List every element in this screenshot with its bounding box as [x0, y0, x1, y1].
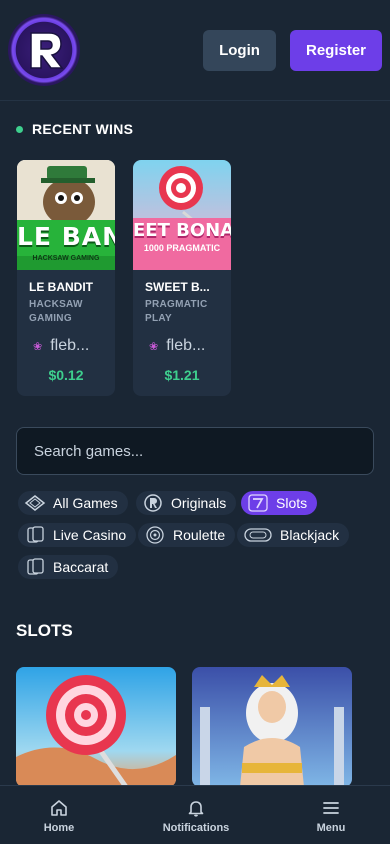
category-label: Roulette — [173, 527, 226, 543]
win-amount: $1.21 — [164, 367, 200, 383]
slot-game-card[interactable] — [16, 667, 176, 787]
category-blackjack[interactable]: Blackjack — [237, 523, 350, 547]
category-label: Live Casino — [53, 527, 127, 543]
nav-notifications-label: Notifications — [162, 821, 230, 834]
category-label: Blackjack — [280, 527, 340, 543]
table-icon — [244, 528, 272, 542]
win-provider: PRAGMATIC PLAY — [145, 299, 208, 324]
win-game-name: LE BANDIT — [29, 280, 93, 294]
user-rank-icon: ❀ — [33, 340, 43, 353]
recent-wins-title: RECENT WINS — [32, 121, 134, 137]
nav-menu[interactable]: Menu — [308, 786, 354, 844]
game-thumbnail — [192, 667, 352, 787]
roulette-icon — [146, 526, 164, 544]
thumbnail-title: LE BAND — [17, 222, 115, 251]
search-input[interactable] — [34, 442, 356, 460]
login-button[interactable]: Login — [203, 30, 276, 71]
game-thumbnail — [16, 667, 176, 787]
hamburger-menu-icon — [323, 801, 339, 814]
category-roulette[interactable]: Roulette — [138, 523, 236, 547]
win-username: fleb... — [50, 337, 90, 354]
slot-game-card[interactable] — [192, 667, 352, 787]
game-thumbnail: LE BAND HACKSAW GAMING — [17, 160, 115, 270]
category-slots[interactable]: Slots — [241, 491, 318, 515]
top-header: Login Register — [0, 0, 390, 101]
diamond-icon — [24, 495, 46, 511]
win-game-name: SWEET B... — [145, 280, 210, 294]
game-thumbnail: EET BONAN 1000 PRAGMATIC — [133, 160, 231, 270]
category-label: All Games — [53, 495, 118, 511]
thumbnail-subtitle: 1000 PRAGMATIC — [143, 243, 221, 253]
r-logo-icon — [30, 32, 64, 69]
home-icon — [51, 799, 67, 816]
thumbnail-subtitle: HACKSAW GAMING — [32, 255, 100, 262]
recent-wins-heading: RECENT WINS — [16, 120, 133, 138]
category-label: Originals — [171, 495, 227, 511]
search-box[interactable] — [16, 427, 374, 475]
seven-icon — [248, 494, 268, 512]
category-live-casino[interactable]: Live Casino — [18, 523, 137, 547]
nav-home-label: Home — [43, 821, 75, 834]
category-all-games[interactable]: All Games — [18, 491, 128, 515]
category-label: Slots — [276, 495, 308, 511]
thumbnail-title: EET BONAN — [133, 220, 231, 241]
win-username: fleb... — [166, 337, 206, 354]
bell-icon — [188, 800, 204, 817]
win-user: ❀ fleb... — [149, 337, 205, 355]
category-label: Baccarat — [53, 559, 109, 575]
slots-section-title: SLOTS — [16, 621, 73, 640]
nav-home[interactable]: Home — [34, 786, 84, 844]
register-button[interactable]: Register — [290, 30, 382, 71]
nav-menu-label: Menu — [316, 821, 346, 834]
recent-win-card[interactable]: EET BONAN 1000 PRAGMATIC SWEET B... PRAG… — [133, 160, 231, 396]
site-logo[interactable] — [8, 14, 80, 86]
bottom-navigation: Home Notifications Menu — [0, 785, 390, 844]
nav-notifications[interactable]: Notifications — [155, 786, 237, 844]
cards-icon — [27, 526, 44, 543]
win-user: ❀ fleb... — [33, 337, 89, 355]
user-rank-icon: ❀ — [149, 340, 159, 353]
win-amount: $0.12 — [48, 367, 84, 383]
live-dot-icon — [16, 125, 23, 133]
recent-win-card[interactable]: LE BAND HACKSAW GAMING LE BANDIT HACKSAW… — [17, 160, 115, 396]
category-originals[interactable]: Originals — [136, 491, 237, 515]
category-baccarat[interactable]: Baccarat — [18, 555, 119, 579]
cards-icon — [27, 558, 44, 575]
win-provider: HACKSAW GAMING — [29, 299, 83, 324]
r-logo-icon — [144, 494, 162, 512]
